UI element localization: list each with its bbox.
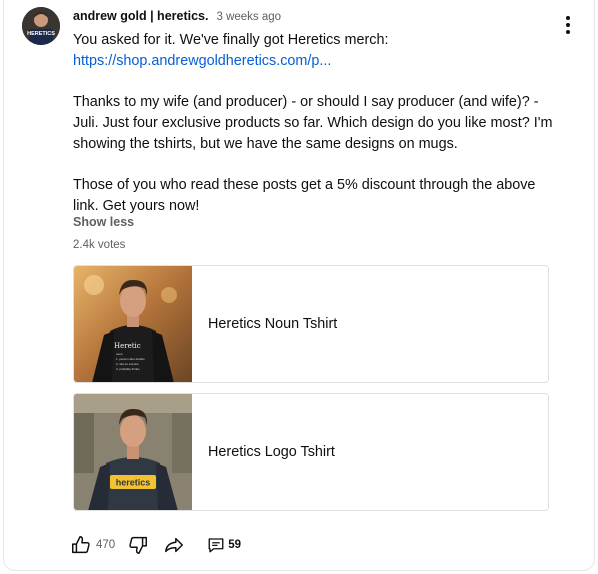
svg-text:2. sits on a fence: 2. sits on a fence <box>116 362 139 366</box>
action-bar: 470 59 <box>70 531 241 559</box>
channel-name[interactable]: andrew gold | heretics. <box>73 9 208 23</box>
vote-count: 2.4k votes <box>73 239 126 251</box>
post-time[interactable]: 3 weeks ago <box>216 11 281 23</box>
comment-button[interactable]: 59 <box>207 536 241 554</box>
shop-link[interactable]: https://shop.andrewgoldheretics.com/p... <box>73 53 331 69</box>
poll-option-image: Heretic noun 1. person who doubts 2. sit… <box>74 266 192 382</box>
post-header: andrew gold | heretics. 3 weeks ago <box>73 9 281 25</box>
thumbs-down-icon <box>129 536 148 554</box>
like-count: 470 <box>96 539 116 551</box>
post-paragraph-2: Thanks to my wife (and producer) - or sh… <box>73 94 553 152</box>
show-less-button[interactable]: Show less <box>73 215 134 229</box>
poll-option-logo-tshirt[interactable]: heretics Heretics Logo Tshirt <box>73 393 549 511</box>
comment-icon <box>208 538 224 553</box>
share-button[interactable] <box>163 534 185 556</box>
thumbs-up-icon <box>72 536 90 554</box>
more-vertical-icon[interactable] <box>562 14 574 36</box>
share-icon <box>165 537 184 553</box>
dislike-button[interactable] <box>127 534 149 556</box>
poll-option-noun-tshirt[interactable]: Heretic noun 1. person who doubts 2. sit… <box>73 265 549 383</box>
comment-count: 59 <box>228 539 241 551</box>
post-paragraph-3: Those of you who read these posts get a … <box>73 176 536 214</box>
like-button[interactable]: 470 <box>70 534 115 556</box>
poll-option-label: Heretics Noun Tshirt <box>208 316 338 332</box>
poll-option-label: Heretics Logo Tshirt <box>208 444 335 460</box>
channel-avatar[interactable]: HERETICS <box>22 7 60 45</box>
community-post-card: HERETICS andrew gold | heretics. 3 weeks… <box>3 0 595 571</box>
svg-text:HERETICS: HERETICS <box>27 31 55 37</box>
post-line-intro: You asked for it. We've finally got Here… <box>73 32 389 48</box>
svg-text:noun: noun <box>116 352 123 356</box>
poll-option-image: heretics <box>74 394 192 510</box>
svg-text:heretics: heretics <box>116 478 151 488</box>
svg-text:Heretic: Heretic <box>114 342 141 350</box>
svg-text:3. probably thinks: 3. probably thinks <box>116 367 140 371</box>
avatar-image: HERETICS <box>22 7 60 45</box>
svg-text:1. person who doubts: 1. person who doubts <box>116 357 145 361</box>
post-body: You asked for it. We've finally got Here… <box>73 30 563 216</box>
